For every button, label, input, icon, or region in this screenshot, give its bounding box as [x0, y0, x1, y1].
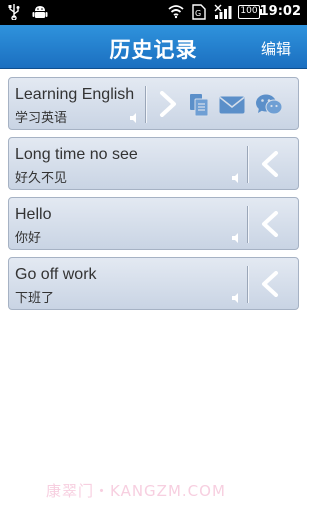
chinese-text: 好久不见 — [15, 171, 68, 186]
divider — [247, 206, 248, 243]
copy-icon[interactable] — [189, 93, 209, 117]
watermark: 康翠门・KANGZM.COM — [46, 482, 226, 500]
wifi-icon — [168, 5, 184, 19]
divider — [247, 146, 248, 183]
chinese-text: 学习英语 — [15, 111, 68, 126]
english-text: Long time no see — [15, 146, 138, 163]
chevron-left-icon[interactable] — [260, 151, 280, 177]
speaker-icon[interactable] — [129, 112, 141, 124]
divider — [145, 86, 146, 123]
speaker-icon[interactable] — [231, 172, 243, 184]
battery-level: 100 — [240, 6, 258, 16]
usb-icon — [8, 4, 20, 20]
chinese-text: 你好 — [15, 231, 42, 246]
status-bar: G 100 19:02 — [0, 0, 307, 25]
chinese-text: 下班了 — [15, 291, 55, 306]
speaker-icon[interactable] — [231, 292, 243, 304]
clock: 19:02 — [259, 4, 301, 19]
history-item[interactable]: Learning English 学习英语 — [8, 77, 299, 130]
title-bar: 历史记录 编辑 — [0, 25, 307, 69]
speaker-icon[interactable] — [231, 232, 243, 244]
divider — [247, 266, 248, 303]
history-item[interactable]: Long time no see 好久不见 — [8, 137, 299, 190]
signal-icon — [214, 4, 232, 19]
chevron-left-icon[interactable] — [260, 271, 280, 297]
battery-icon: 100 — [238, 5, 260, 19]
chevron-left-icon[interactable] — [260, 211, 280, 237]
wechat-icon[interactable] — [255, 93, 283, 117]
history-item[interactable]: Go off work 下班了 — [8, 257, 299, 310]
sim-icon: G — [192, 4, 206, 20]
english-text: Learning English — [15, 86, 135, 103]
english-text: Hello — [15, 206, 52, 223]
mail-icon[interactable] — [219, 96, 245, 114]
history-item[interactable]: Hello 你好 — [8, 197, 299, 250]
english-text: Go off work — [15, 266, 97, 283]
android-icon — [32, 6, 48, 18]
edit-button[interactable]: 编辑 — [261, 38, 291, 59]
svg-text:G: G — [195, 9, 201, 18]
chevron-right-icon[interactable] — [158, 91, 178, 117]
